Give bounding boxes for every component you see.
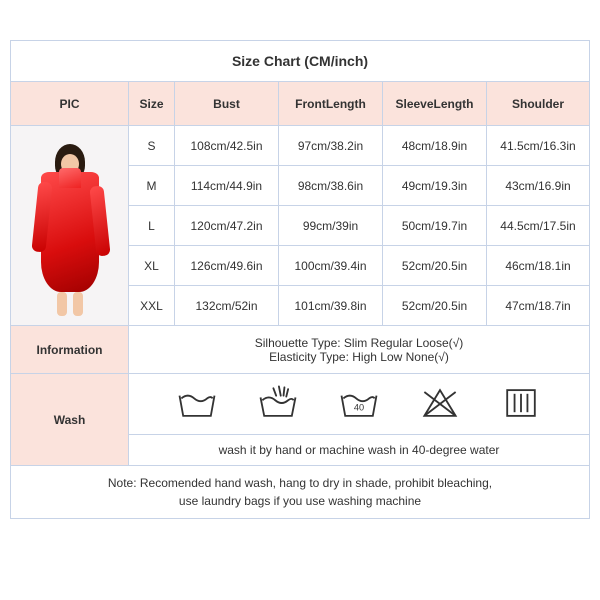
- information-label: Information: [11, 326, 129, 374]
- model-illustration: [25, 136, 115, 316]
- cell-bust: 126cm/49.6in: [175, 246, 279, 286]
- wash-40-icon: 40: [336, 381, 382, 428]
- cell-shoulder: 47cm/18.7in: [487, 286, 589, 326]
- wash-basin-icon: [174, 381, 220, 428]
- header-size: Size: [129, 82, 175, 126]
- wash-label: Wash: [11, 374, 129, 466]
- cell-front: 98cm/38.6in: [279, 166, 383, 206]
- cell-size: M: [129, 166, 175, 206]
- cell-bust: 120cm/47.2in: [175, 206, 279, 246]
- wash-content: 40: [129, 374, 589, 466]
- cell-front: 97cm/38.2in: [279, 126, 383, 166]
- note-line2: use laundry bags if you use washing mach…: [31, 492, 569, 510]
- silhouette-text: Silhouette Type: Slim Regular Loose(√): [255, 336, 463, 350]
- cell-size: XL: [129, 246, 175, 286]
- no-bleach-icon: [417, 381, 463, 428]
- svg-text:40: 40: [354, 402, 364, 412]
- cell-sleeve: 48cm/18.9in: [383, 126, 487, 166]
- cell-sleeve: 52cm/20.5in: [383, 246, 487, 286]
- header-sleeve: SleeveLength: [383, 82, 487, 126]
- table-row: M 114cm/44.9in 98cm/38.6in 49cm/19.3in 4…: [129, 166, 589, 206]
- header-shoulder: Shoulder: [487, 82, 589, 126]
- cell-bust: 114cm/44.9in: [175, 166, 279, 206]
- cell-sleeve: 50cm/19.7in: [383, 206, 487, 246]
- table-row: S 108cm/42.5in 97cm/38.2in 48cm/18.9in 4…: [129, 126, 589, 166]
- cell-shoulder: 41.5cm/16.3in: [487, 126, 589, 166]
- cell-shoulder: 44.5cm/17.5in: [487, 206, 589, 246]
- cell-shoulder: 46cm/18.1in: [487, 246, 589, 286]
- cell-size: XXL: [129, 286, 175, 326]
- cell-bust: 132cm/52in: [175, 286, 279, 326]
- header-pic: PIC: [11, 82, 129, 126]
- table-row: L 120cm/47.2in 99cm/39in 50cm/19.7in 44.…: [129, 206, 589, 246]
- wash-icons: 40: [129, 374, 589, 435]
- cell-front: 101cm/39.8in: [279, 286, 383, 326]
- cell-front: 100cm/39.4in: [279, 246, 383, 286]
- header-bust: Bust: [175, 82, 279, 126]
- cell-size: S: [129, 126, 175, 166]
- hand-wash-icon: [255, 381, 301, 428]
- note-row: Note: Recomended hand wash, hang to dry …: [11, 466, 589, 518]
- body-area: S 108cm/42.5in 97cm/38.2in 48cm/18.9in 4…: [11, 126, 589, 326]
- dry-shade-icon: [498, 381, 544, 428]
- cell-front: 99cm/39in: [279, 206, 383, 246]
- wash-row: Wash: [11, 374, 589, 466]
- table-row: XL 126cm/49.6in 100cm/39.4in 52cm/20.5in…: [129, 246, 589, 286]
- chart-title: Size Chart (CM/inch): [11, 41, 589, 82]
- cell-bust: 108cm/42.5in: [175, 126, 279, 166]
- cell-size: L: [129, 206, 175, 246]
- data-rows: S 108cm/42.5in 97cm/38.2in 48cm/18.9in 4…: [129, 126, 589, 326]
- cell-sleeve: 49cm/19.3in: [383, 166, 487, 206]
- information-row: Information Silhouette Type: Slim Regula…: [11, 326, 589, 374]
- note-line1: Note: Recomended hand wash, hang to dry …: [31, 474, 569, 492]
- cell-shoulder: 43cm/16.9in: [487, 166, 589, 206]
- header-front: FrontLength: [279, 82, 383, 126]
- information-value: Silhouette Type: Slim Regular Loose(√) E…: [129, 326, 589, 374]
- table-row: XXL 132cm/52in 101cm/39.8in 52cm/20.5in …: [129, 286, 589, 326]
- header-row: PIC Size Bust FrontLength SleeveLength S…: [11, 82, 589, 126]
- cell-sleeve: 52cm/20.5in: [383, 286, 487, 326]
- wash-text: wash it by hand or machine wash in 40-de…: [129, 435, 589, 465]
- elasticity-text: Elasticity Type: High Low None(√): [269, 350, 449, 364]
- product-image: [11, 126, 129, 326]
- size-chart: Size Chart (CM/inch) PIC Size Bust Front…: [10, 40, 590, 519]
